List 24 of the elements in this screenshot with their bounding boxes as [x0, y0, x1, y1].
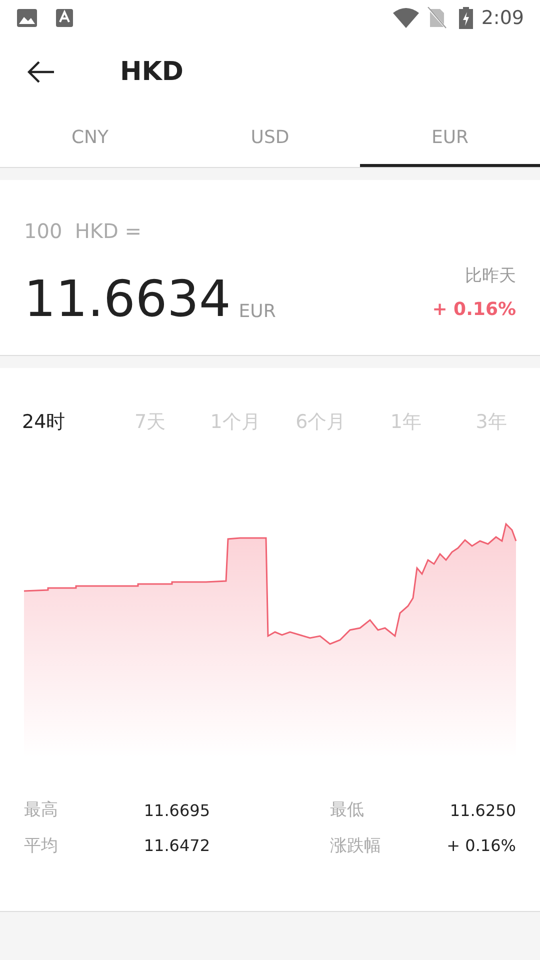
currency-tab[interactable]: USD [180, 108, 360, 167]
stat-value: 11.6472 [144, 835, 210, 858]
rate-value: 11.6634 [24, 270, 231, 326]
stat-value: + 0.16% [446, 835, 516, 858]
no-sim-icon [427, 7, 448, 29]
stat-label: 最高 [24, 799, 58, 822]
battery-icon [459, 7, 474, 29]
stat-label: 平均 [24, 834, 58, 858]
currency-tab[interactable]: EUR [360, 108, 540, 167]
stat-value: 11.6250 [450, 800, 516, 822]
change-label: 比昨天 [465, 265, 516, 288]
stat-value: 11.6695 [144, 800, 210, 822]
clock-time: 2:09 [481, 6, 524, 31]
range-tab[interactable]: 24时 [6, 404, 108, 440]
currency-tab[interactable]: CNY [0, 108, 180, 167]
rate-unit: EUR [238, 300, 276, 324]
change-percent: + 0.16% [432, 298, 516, 322]
stat-label: 涨跌幅 [330, 834, 381, 858]
page-title: HKD [120, 56, 184, 88]
stat-label: 最低 [330, 799, 364, 822]
text-icon [56, 8, 74, 28]
base-amount: 100 HKD = [24, 218, 143, 245]
wifi-icon [393, 8, 420, 28]
image-icon [16, 8, 38, 28]
